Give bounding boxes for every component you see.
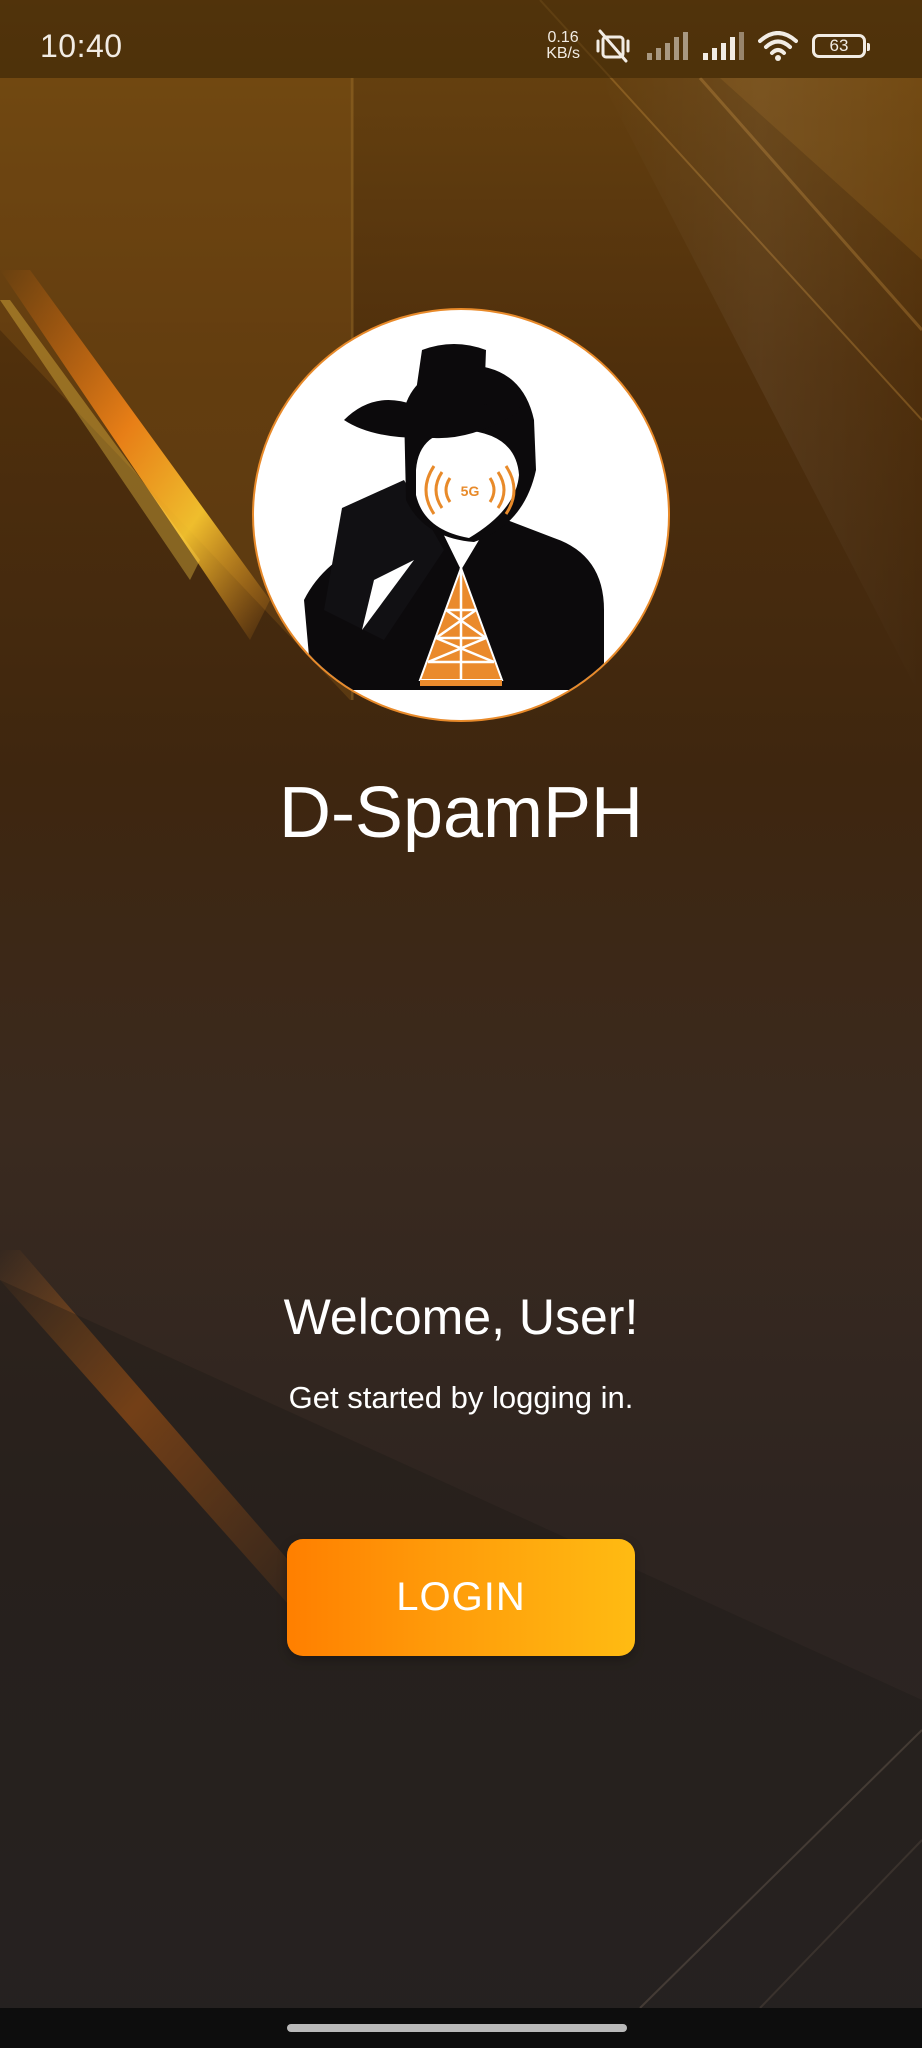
app-title: D-SpamPH bbox=[278, 773, 644, 853]
welcome-screen: 10:40 0.16 KB/s 63 5G D-SpamPH Welcome, … bbox=[0, 0, 922, 2048]
welcome-subtitle: Get started by logging in. bbox=[288, 1380, 634, 1415]
welcome-heading: Welcome, User! bbox=[283, 1289, 639, 1345]
network-speed: 0.16 KB/s bbox=[546, 30, 580, 62]
home-indicator[interactable] bbox=[287, 2024, 627, 2032]
navigation-bar bbox=[0, 2008, 922, 2048]
status-icons: 0.16 KB/s 63 bbox=[546, 26, 870, 66]
battery-level: 63 bbox=[829, 36, 849, 55]
network-speed-unit: KB/s bbox=[546, 45, 580, 62]
network-speed-value: 0.16 bbox=[547, 29, 579, 46]
battery-icon: 63 bbox=[812, 34, 870, 58]
login-button[interactable]: LOGIN bbox=[287, 1539, 635, 1656]
spy-tower-logo-icon: 5G bbox=[304, 344, 604, 690]
status-time: 10:40 bbox=[40, 28, 123, 64]
signal-bars-icon bbox=[646, 31, 688, 61]
signal-bars-icon bbox=[702, 31, 744, 61]
wifi-icon bbox=[758, 31, 798, 61]
app-logo: 5G bbox=[252, 308, 670, 722]
status-bar: 10:40 0.16 KB/s 63 bbox=[0, 0, 922, 78]
mute-vibrate-icon bbox=[594, 29, 632, 63]
logo-badge-text: 5G bbox=[461, 483, 480, 499]
